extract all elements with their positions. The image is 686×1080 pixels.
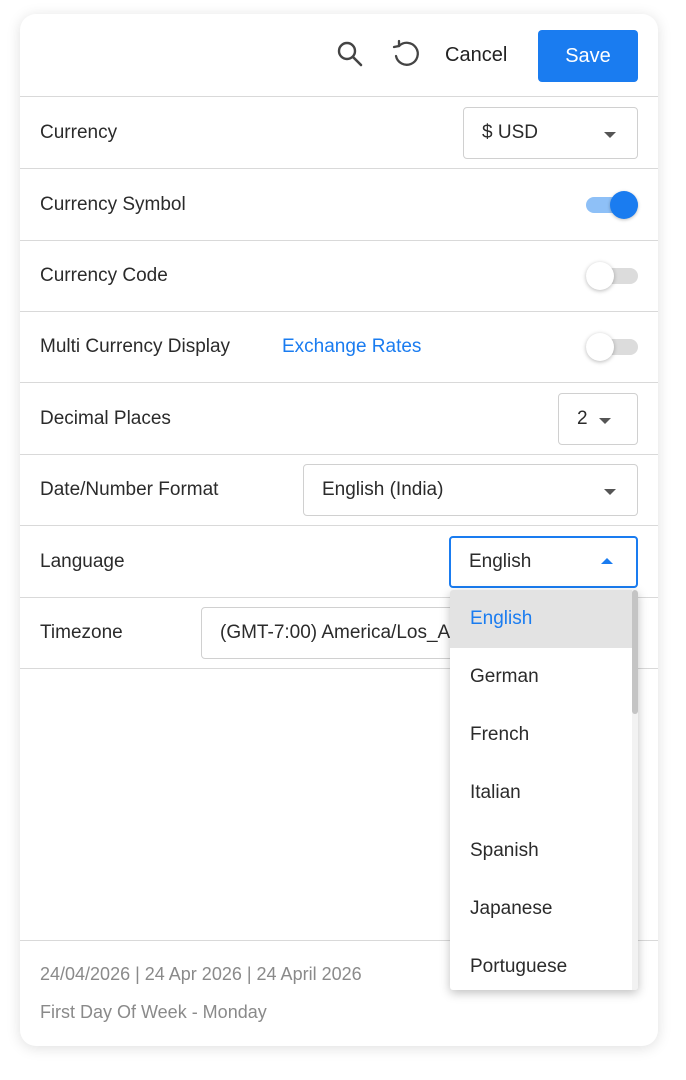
decimal-places-row: Decimal Places 2 [20, 383, 658, 455]
timezone-value: (GMT-7:00) America/Los_Angeles [220, 622, 450, 643]
language-label: Language [40, 551, 125, 572]
settings-card: Cancel Save Currency $ USD Currency Symb… [20, 14, 658, 1046]
date-number-format-select[interactable]: English (India) [303, 464, 638, 516]
currency-symbol-toggle[interactable] [586, 191, 638, 219]
language-option[interactable]: Japanese [450, 880, 632, 938]
cancel-button[interactable]: Cancel [445, 40, 507, 70]
language-option[interactable]: French [450, 706, 632, 764]
multi-currency-label: Multi Currency Display [40, 336, 231, 357]
language-dropdown: English German French Italian Spanish Ja… [450, 590, 638, 990]
language-row: Language English [20, 526, 658, 598]
currency-code-toggle[interactable] [586, 262, 638, 290]
language-option[interactable]: Spanish [450, 822, 632, 880]
toolbar: Cancel Save [20, 14, 658, 97]
toggle-knob [586, 262, 614, 290]
language-option[interactable]: Italian [450, 764, 632, 822]
date-number-format-value: English (India) [322, 479, 444, 500]
language-value: English [469, 551, 532, 572]
currency-code-label: Currency Code [40, 265, 168, 286]
chevron-up-icon [601, 558, 613, 564]
language-option[interactable]: Portuguese [450, 938, 632, 990]
toggle-knob [610, 191, 638, 219]
save-button[interactable]: Save [538, 30, 638, 82]
currency-select[interactable]: $ USD [463, 107, 638, 159]
multi-currency-row: Multi Currency Display Exchange Rates [20, 311, 658, 383]
currency-code-row: Currency Code [20, 240, 658, 312]
multi-currency-toggle[interactable] [586, 333, 638, 361]
search-icon[interactable] [332, 36, 368, 72]
currency-symbol-label: Currency Symbol [40, 194, 186, 215]
language-option[interactable]: English [450, 590, 632, 648]
date-format-preview: 24/04/2026 | 24 Apr 2026 | 24 April 2026 [40, 964, 362, 984]
toggle-knob [586, 333, 614, 361]
dropdown-scrollbar[interactable] [632, 590, 638, 990]
decimal-places-label: Decimal Places [40, 408, 171, 429]
reset-icon[interactable] [388, 36, 424, 72]
currency-value: $ USD [482, 122, 538, 143]
chevron-down-icon [604, 132, 616, 138]
timezone-label: Timezone [40, 622, 123, 643]
first-day-of-week: First Day Of Week - Monday [40, 1002, 267, 1022]
date-number-format-row: Date/Number Format English (India) [20, 454, 658, 526]
chevron-down-icon [599, 418, 611, 424]
date-number-format-label: Date/Number Format [40, 479, 219, 500]
currency-label: Currency [40, 122, 118, 143]
language-select[interactable]: English [449, 536, 638, 588]
currency-row: Currency $ USD [20, 97, 658, 169]
decimal-places-select[interactable]: 2 [558, 393, 638, 445]
language-option[interactable]: German [450, 648, 632, 706]
currency-symbol-row: Currency Symbol [20, 169, 658, 241]
dropdown-scrollbar-thumb[interactable] [632, 590, 638, 714]
chevron-down-icon [604, 489, 616, 495]
decimal-places-value: 2 [577, 408, 588, 429]
exchange-rates-link[interactable]: Exchange Rates [282, 311, 421, 382]
